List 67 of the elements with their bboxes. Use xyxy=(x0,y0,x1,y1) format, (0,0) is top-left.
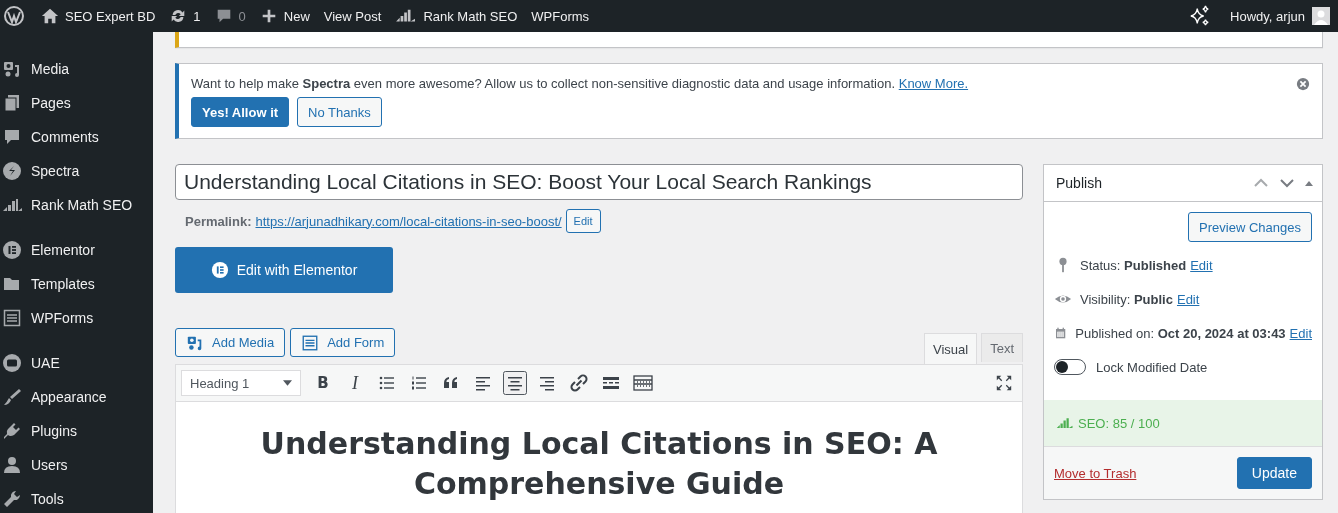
plug-icon xyxy=(2,421,22,441)
lock-label: Lock Modified Date xyxy=(1096,359,1208,375)
align-center-icon[interactable] xyxy=(503,371,527,395)
sidebar-item[interactable]: Pages xyxy=(0,86,153,120)
seo-score: SEO: 85 / 100 xyxy=(1078,415,1160,431)
sidebar-item[interactable]: Plugins xyxy=(0,414,153,448)
sidebar-item[interactable]: Tools xyxy=(0,482,153,513)
update-button[interactable]: Update xyxy=(1236,457,1312,489)
move-to-trash-link[interactable]: Move to Trash xyxy=(1054,465,1137,481)
letter-e-icon xyxy=(210,261,229,279)
sidebar-item[interactable]: Comments xyxy=(0,120,153,154)
collapse-icon[interactable] xyxy=(1305,179,1313,187)
editor-tab[interactable]: Visual xyxy=(923,333,978,364)
publish-info: Published on: Oct 20, 2024 at 03:43 xyxy=(1075,325,1286,341)
speech-bubble-icon xyxy=(2,127,22,147)
publish-title: Publish xyxy=(1056,175,1102,191)
wordpress-logo-icon[interactable] xyxy=(4,6,24,26)
sidebar-item[interactable]: Appearance xyxy=(0,380,153,414)
content-heading: Understanding Local Citations in SEO: A Comprehensive Guide xyxy=(259,425,939,503)
form-icon xyxy=(2,308,22,328)
sidebar-item[interactable]: Media xyxy=(0,52,153,86)
edit-link[interactable]: Edit xyxy=(1176,291,1200,307)
notice-text: Want to help make Spectra even more awesome? Allow us to collect non-sensitive diagnostic data and usage information. Know More. xyxy=(191,76,969,91)
wrench-icon xyxy=(2,489,22,509)
italic-button[interactable]: I xyxy=(343,371,367,395)
sidebar-item[interactable]: Templates xyxy=(0,267,153,301)
paintbrush-icon xyxy=(2,387,22,407)
view-post-link[interactable]: View Post xyxy=(316,8,389,24)
sidebar-item[interactable]: Users xyxy=(0,448,153,482)
edit-link[interactable]: Edit xyxy=(1289,325,1312,341)
wpforms-link[interactable]: WPForms xyxy=(524,8,597,24)
comments-link[interactable]: 0 xyxy=(207,7,253,25)
sidebar-item[interactable]: Rank Math SEO xyxy=(0,188,153,222)
edit-permalink-button[interactable]: Edit xyxy=(565,209,601,233)
bold-button[interactable]: B xyxy=(311,371,335,395)
rank-math-link[interactable]: Rank Math SEO xyxy=(388,7,525,25)
add-media-button[interactable]: Add Media xyxy=(175,328,286,357)
edit-link[interactable]: Edit xyxy=(1190,257,1213,273)
decline-button[interactable]: No Thanks xyxy=(297,97,382,127)
edit-with-elementor-button[interactable]: Edit with Elementor xyxy=(175,247,393,293)
site-name-link[interactable]: SEO Expert BD xyxy=(34,7,163,25)
sidebar-item[interactable]: Elementor xyxy=(0,233,153,267)
lock-toggle[interactable] xyxy=(1054,359,1086,375)
preview-changes-button[interactable]: Preview Changes xyxy=(1188,212,1312,242)
caret-icon xyxy=(283,380,292,386)
user-icon xyxy=(2,455,22,475)
publish-info: Visibility: Public xyxy=(1080,291,1173,307)
editor-tab[interactable]: Text xyxy=(981,333,1023,362)
permalink-label: Permalink: xyxy=(185,213,252,229)
permalink-link[interactable]: https://arjunadhikary.com/local-citations-in-seo-boost/ xyxy=(255,213,562,229)
know-more-link[interactable]: Know More. xyxy=(898,76,969,91)
updates-link[interactable]: 1 xyxy=(162,7,208,25)
allow-button[interactable]: Yes! Allow it xyxy=(191,97,290,127)
account-link[interactable]: Howdy, arjun xyxy=(1223,8,1312,24)
post-title-field[interactable]: Understanding Local Citations in SEO: Boost Your Local Search Rankings xyxy=(175,164,1023,200)
add-form-button[interactable]: Add Form xyxy=(290,328,396,357)
sidebar-item[interactable]: WPForms xyxy=(0,301,153,335)
form-icon xyxy=(301,333,320,352)
home-icon xyxy=(41,7,59,25)
new-link[interactable]: New xyxy=(252,7,317,25)
format-select[interactable]: Heading 1 xyxy=(181,370,301,396)
bar-chart-icon xyxy=(1056,415,1074,431)
fullscreen-icon[interactable] xyxy=(995,374,1013,392)
sidebar-item[interactable]: Spectra xyxy=(0,154,153,188)
publish-info: Status: Published xyxy=(1080,257,1187,273)
close-icon[interactable] xyxy=(1296,77,1310,91)
sidebar-item[interactable]: UAE xyxy=(0,346,153,380)
